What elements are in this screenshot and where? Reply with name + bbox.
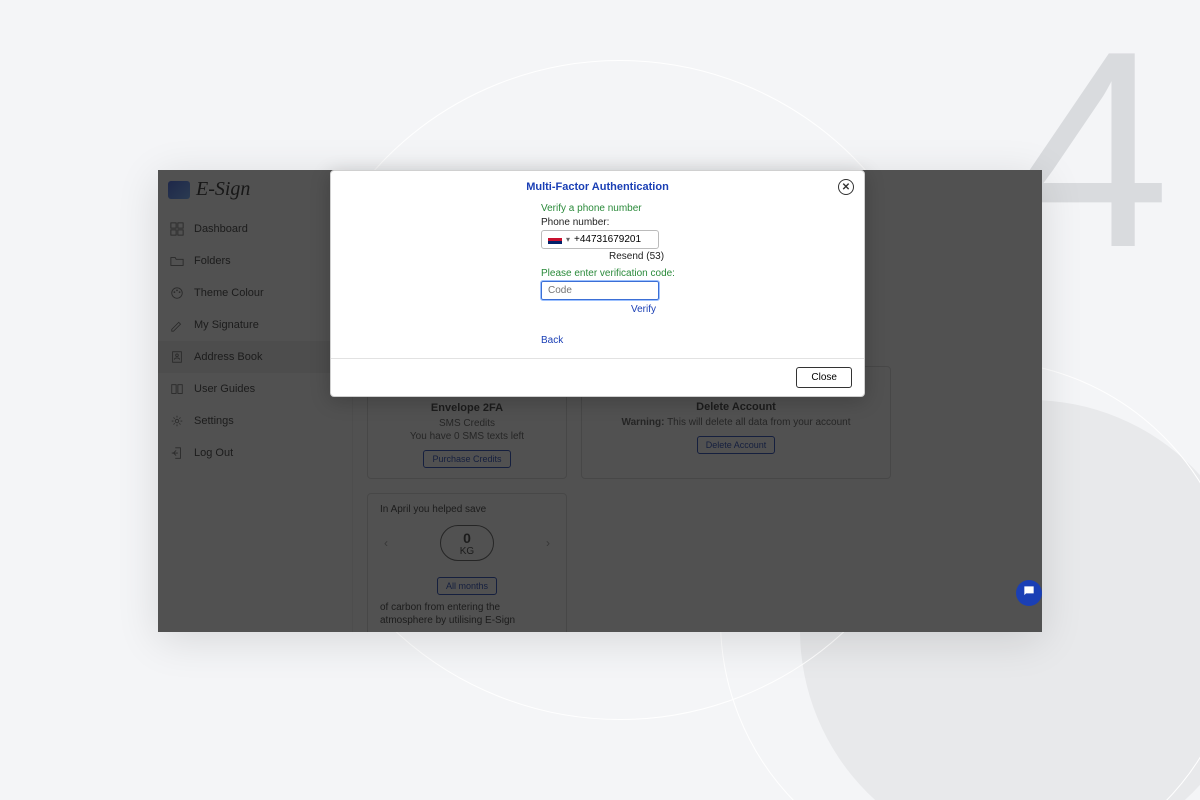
- modal-close-button[interactable]: ✕: [838, 179, 854, 195]
- close-icon: ✕: [842, 182, 850, 193]
- modal-header: Multi-Factor Authentication ✕: [331, 171, 864, 201]
- modal-title: Multi-Factor Authentication: [526, 181, 669, 193]
- resend-countdown[interactable]: Resend (53): [541, 251, 864, 262]
- verification-code-input[interactable]: [541, 281, 659, 300]
- modal-footer: Close: [331, 358, 864, 396]
- back-link[interactable]: Back: [541, 335, 563, 346]
- flag-uk-icon: [548, 235, 562, 244]
- phone-input-group[interactable]: ▾: [541, 230, 659, 249]
- chat-launcher-button[interactable]: [1016, 580, 1042, 606]
- mfa-modal: Multi-Factor Authentication ✕ Verify a p…: [330, 170, 865, 397]
- modal-body: Verify a phone number Phone number: ▾ Re…: [331, 201, 864, 358]
- verify-phone-heading: Verify a phone number: [541, 203, 864, 214]
- phone-number-input[interactable]: [574, 234, 644, 245]
- country-dropdown-caret-icon[interactable]: ▾: [566, 235, 570, 244]
- close-button[interactable]: Close: [796, 367, 852, 388]
- chat-icon: [1022, 584, 1036, 603]
- verify-link[interactable]: Verify: [541, 304, 656, 315]
- phone-number-label: Phone number:: [541, 217, 609, 228]
- code-label: Please enter verification code:: [541, 268, 864, 279]
